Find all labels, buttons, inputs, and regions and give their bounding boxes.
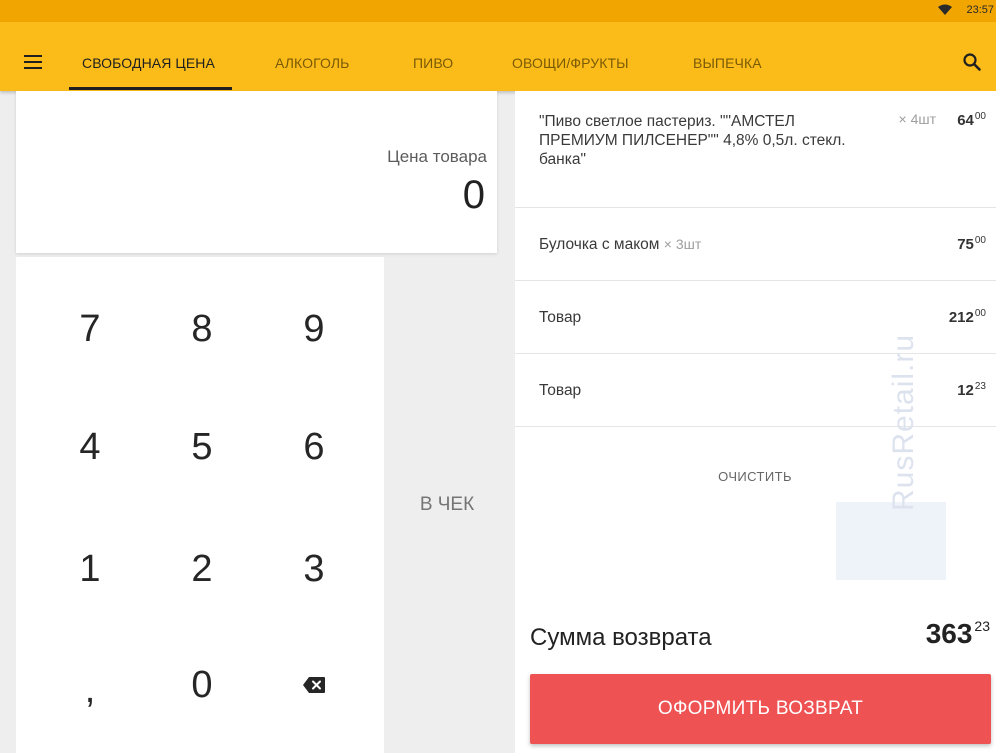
key-0[interactable]: 0	[147, 635, 257, 735]
watermark-text: RusRetail.ru	[887, 333, 920, 511]
key-1[interactable]: 1	[35, 519, 145, 619]
receipt-item-qty: × 4шт	[898, 111, 937, 127]
price-value: 0	[462, 173, 485, 217]
key-7[interactable]: 7	[35, 279, 145, 379]
tab-free-price[interactable]: СВОБОДНАЯ ЦЕНА	[82, 55, 215, 71]
key-3[interactable]: 3	[259, 519, 369, 619]
search-icon[interactable]	[962, 52, 982, 72]
tab-alcohol[interactable]: АЛКОГОЛЬ	[275, 55, 349, 71]
category-toolbar: СВОБОДНАЯ ЦЕНА АЛКОГОЛЬ ПИВО ОВОЩИ/ФРУКТ…	[0, 22, 996, 91]
receipt-item[interactable]: Булочка с маком × 3шт 7500	[515, 208, 996, 281]
receipt-item-name: "Пиво светлое пастериз. ""АМСТЕЛ ПРЕМИУМ…	[539, 113, 846, 168]
key-4[interactable]: 4	[35, 397, 145, 497]
key-6[interactable]: 6	[259, 397, 369, 497]
status-bar: 23:57	[0, 0, 996, 22]
receipt-item[interactable]: Товар 1223	[515, 354, 996, 427]
clear-button[interactable]: ОЧИСТИТЬ	[680, 469, 830, 491]
price-display: Цена товара 0	[16, 91, 497, 253]
receipt-item-amount: 7500	[957, 235, 986, 253]
tab-beer[interactable]: ПИВО	[413, 55, 453, 71]
receipt-item-name: Булочка с маком × 3шт	[539, 236, 702, 253]
tab-pastry[interactable]: ВЫПЕЧКА	[693, 55, 762, 71]
watermark-box	[836, 502, 946, 580]
menu-icon[interactable]	[24, 55, 42, 69]
receipt-panel: "Пиво светлое пастериз. ""АМСТЕЛ ПРЕМИУМ…	[515, 91, 996, 753]
receipt-item-name: Товар	[539, 309, 582, 326]
total-label: Сумма возврата	[530, 624, 712, 651]
status-time: 23:57	[966, 4, 994, 16]
numeric-keypad: 7 8 9 4 5 6 1 2 3 , 0	[16, 257, 384, 753]
key-8[interactable]: 8	[147, 279, 257, 379]
wifi-icon	[938, 4, 952, 15]
price-label: Цена товара	[387, 147, 487, 166]
key-5[interactable]: 5	[147, 397, 257, 497]
key-comma[interactable]: ,	[35, 640, 145, 740]
key-2[interactable]: 2	[147, 519, 257, 619]
tab-vegetables-fruits[interactable]: ОВОЩИ/ФРУКТЫ	[512, 55, 629, 71]
submit-return-button[interactable]: ОФОРМИТЬ ВОЗВРАТ	[530, 674, 991, 744]
receipt-item[interactable]: "Пиво светлое пастериз. ""АМСТЕЛ ПРЕМИУМ…	[515, 91, 996, 208]
receipt-item-amount: 6400	[957, 111, 986, 129]
add-to-receipt-button[interactable]: В ЧЕК	[385, 257, 509, 753]
receipt-item-amount: 21200	[948, 308, 986, 326]
key-9[interactable]: 9	[259, 279, 369, 379]
receipt-item[interactable]: Товар 21200	[515, 281, 996, 354]
backspace-icon	[303, 677, 325, 693]
receipt-item-qty: × 3шт	[663, 236, 702, 252]
receipt-item-amount: 1223	[957, 381, 986, 399]
active-tab-indicator	[69, 87, 232, 90]
receipt-item-name: Товар	[539, 382, 582, 399]
backspace-button[interactable]	[259, 635, 369, 735]
total-value: 363 23	[925, 618, 990, 649]
